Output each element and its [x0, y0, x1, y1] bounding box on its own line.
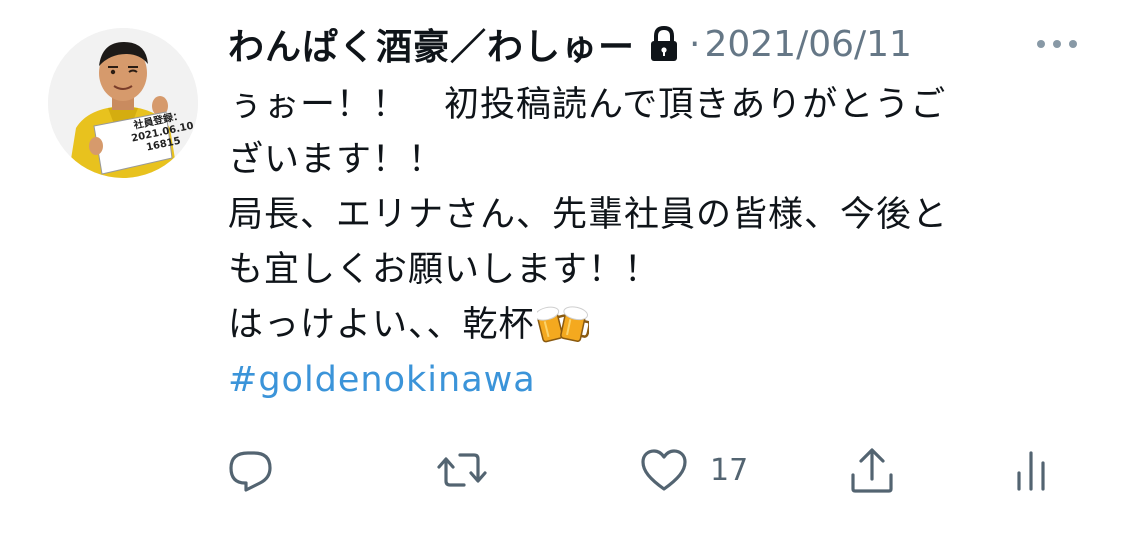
retweet-icon	[436, 447, 488, 493]
tweet-date[interactable]: 2021/06/11	[704, 24, 912, 65]
tweet-action-bar: 17	[0, 440, 1124, 500]
header-separator: ·	[689, 23, 701, 65]
display-name[interactable]: わんぱく酒豪／わしゅー	[228, 18, 635, 70]
analytics-icon	[1012, 447, 1052, 493]
tweet-text-line-with-emoji: はっけよい、、乾杯	[228, 298, 1048, 353]
tweet-text-segment: はっけよい、、乾杯	[228, 305, 535, 345]
retweet-button[interactable]	[436, 440, 488, 500]
hashtag-link[interactable]: #goldenokinawa	[228, 353, 536, 408]
share-icon	[848, 445, 896, 495]
tweet-text-line: ざいます！！	[228, 140, 445, 180]
like-button[interactable]: 17	[640, 440, 748, 500]
like-count: 17	[710, 452, 749, 488]
analytics-button[interactable]	[1012, 440, 1052, 500]
more-options-icon[interactable]	[1032, 32, 1082, 56]
tweet-text-line: ぅぉー！！ 初投稿読んで頂きありがとうご	[228, 85, 947, 125]
share-button[interactable]	[848, 440, 896, 500]
tweet-text: ぅぉー！！ 初投稿読んで頂きありがとうご ざいます！！ 局長、エリナさん、先輩社…	[228, 78, 1048, 408]
heart-icon	[640, 447, 688, 493]
reply-button[interactable]	[228, 440, 274, 500]
lock-icon	[645, 24, 683, 64]
tweet-text-line: も宜しくお願いします！！	[228, 250, 661, 290]
tweet-text-line: 局長、エリナさん、先輩社員の皆様、今後と	[228, 195, 949, 235]
avatar-image	[48, 28, 198, 178]
beer-mugs-emoji	[534, 302, 591, 344]
reply-icon	[228, 447, 274, 493]
tweet-header: わんぱく酒豪／わしゅー · 2021/06/11	[228, 18, 912, 70]
avatar[interactable]: 社員登録： 2021.06.10 16815	[48, 28, 198, 178]
